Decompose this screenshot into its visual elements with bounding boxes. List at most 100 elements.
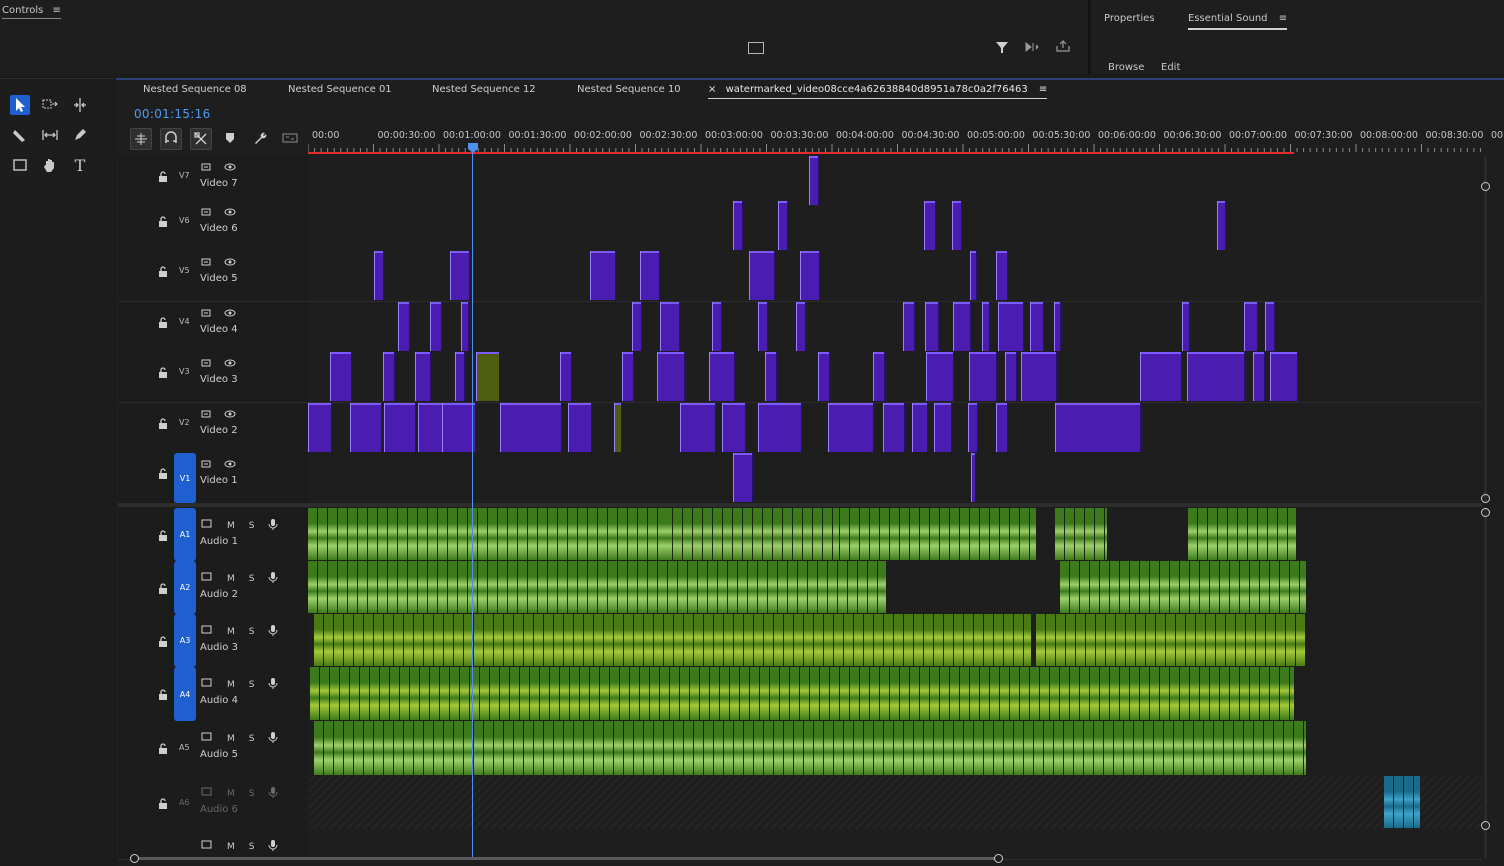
video-clip[interactable] <box>778 201 788 250</box>
slip-icon[interactable] <box>40 125 60 145</box>
audio-clip[interactable] <box>314 721 1306 775</box>
video-clip[interactable] <box>953 302 971 351</box>
audio-scroll-handle-top[interactable] <box>1481 508 1490 517</box>
sync-lock-icon[interactable] <box>201 732 213 742</box>
video-clip[interactable] <box>883 403 905 452</box>
track-output-icons[interactable] <box>201 405 241 424</box>
tab-properties[interactable]: Properties <box>1104 13 1155 24</box>
export-frame-icon[interactable] <box>1025 41 1039 53</box>
video-clip[interactable] <box>560 352 572 401</box>
solo-button[interactable]: S <box>249 521 255 531</box>
tab-active-sequence[interactable]: × watermarked_video08cce4a62638840d8951a… <box>708 84 1048 99</box>
video-clip[interactable] <box>982 302 990 351</box>
video-clip[interactable] <box>461 302 469 351</box>
video-clip[interactable] <box>712 302 722 351</box>
razor-icon[interactable] <box>10 125 30 145</box>
horizontal-scrollbar[interactable] <box>134 857 1000 860</box>
lock-icon[interactable] <box>158 527 168 546</box>
sync-lock-icon[interactable] <box>201 840 213 850</box>
video-clip[interactable] <box>430 302 442 351</box>
video-clip[interactable] <box>873 352 885 401</box>
video-clip[interactable] <box>998 302 1024 351</box>
video-clip[interactable] <box>384 403 416 452</box>
sync-lock-icon[interactable] <box>201 572 213 582</box>
mute-button[interactable]: M <box>227 627 235 637</box>
audio-clip[interactable] <box>840 508 1036 560</box>
lock-icon[interactable] <box>158 795 168 814</box>
track-output-icons[interactable] <box>201 354 241 373</box>
video-clip[interactable] <box>418 403 444 452</box>
mic-icon[interactable] <box>268 677 278 689</box>
tab-essential-sound[interactable]: Essential Sound ≡ <box>1188 13 1288 30</box>
lock-icon[interactable] <box>158 465 168 484</box>
snap-icon[interactable] <box>160 128 182 150</box>
rectangle-icon[interactable] <box>10 155 30 175</box>
linked-selection-icon[interactable] <box>190 128 212 150</box>
sync-lock-icon[interactable] <box>201 787 213 797</box>
audio-clip[interactable] <box>1055 508 1107 560</box>
edit-tab[interactable]: Edit <box>1161 62 1180 73</box>
audio-clip[interactable] <box>663 508 839 560</box>
video-clip[interactable] <box>749 251 775 300</box>
audio-track-controls[interactable]: MS <box>201 726 278 745</box>
lock-icon[interactable] <box>158 364 168 383</box>
video-clip[interactable] <box>1021 352 1057 401</box>
audio-clip[interactable] <box>1060 561 1306 613</box>
audio-track-controls[interactable]: MS <box>201 672 278 691</box>
video-scroll-handle-top[interactable] <box>1481 182 1490 191</box>
panel-menu-icon[interactable]: ≡ <box>1279 13 1287 24</box>
video-clip[interactable] <box>926 352 954 401</box>
lock-icon[interactable] <box>158 263 168 282</box>
video-clip[interactable] <box>1055 403 1141 452</box>
lock-icon[interactable] <box>158 633 168 652</box>
solo-button[interactable]: S <box>249 842 255 852</box>
video-clip[interactable] <box>970 251 977 300</box>
wrench-icon[interactable] <box>253 131 267 145</box>
video-clip[interactable] <box>1140 352 1182 401</box>
solo-button[interactable]: S <box>249 627 255 637</box>
type-icon[interactable]: T <box>70 155 90 175</box>
video-clip[interactable] <box>568 403 592 452</box>
video-clip[interactable] <box>1253 352 1265 401</box>
video-clip[interactable] <box>1054 302 1061 351</box>
lock-icon[interactable] <box>158 415 168 434</box>
selection-tool-icon[interactable] <box>10 95 30 115</box>
video-clip[interactable] <box>968 403 978 452</box>
audio-track-controls[interactable]: MS <box>201 513 278 532</box>
lock-icon[interactable] <box>158 213 168 232</box>
track-divider[interactable] <box>118 504 1482 507</box>
video-clip[interactable] <box>1244 302 1258 351</box>
video-clip[interactable] <box>680 403 716 452</box>
video-track-lane[interactable] <box>308 156 1482 207</box>
video-clip[interactable] <box>657 352 685 401</box>
video-clip[interactable] <box>1187 352 1245 401</box>
work-area-bar[interactable] <box>308 152 1294 154</box>
lock-icon[interactable] <box>158 686 168 705</box>
audio-track-controls[interactable]: MS <box>201 781 278 800</box>
video-clip[interactable] <box>722 403 746 452</box>
video-clip[interactable] <box>925 302 939 351</box>
video-clip[interactable] <box>765 352 777 401</box>
video-clip[interactable] <box>912 403 928 452</box>
audio-scroll-handle-bottom[interactable] <box>1481 821 1490 830</box>
share-icon[interactable] <box>1056 40 1070 52</box>
mute-button[interactable]: M <box>227 789 235 799</box>
sync-lock-icon[interactable] <box>201 625 213 635</box>
track-output-icons[interactable] <box>201 253 241 272</box>
close-tab-icon[interactable]: × <box>708 84 716 95</box>
audio-clip[interactable] <box>310 667 1294 720</box>
audio-clip[interactable] <box>1188 508 1296 560</box>
track-target-a3[interactable]: A3 <box>174 614 196 667</box>
video-clip[interactable] <box>733 201 743 250</box>
video-clip[interactable] <box>903 302 915 351</box>
lock-icon[interactable] <box>158 314 168 333</box>
lock-icon[interactable] <box>158 580 168 599</box>
video-clip[interactable] <box>924 201 936 250</box>
track-target-a1[interactable]: A1 <box>174 508 196 561</box>
video-clip[interactable] <box>450 251 470 300</box>
captions-icon[interactable] <box>282 132 298 144</box>
mic-icon[interactable] <box>268 518 278 530</box>
audio-clip[interactable] <box>314 614 1031 666</box>
playhead-handle[interactable] <box>466 142 480 154</box>
video-clip[interactable] <box>818 352 830 401</box>
